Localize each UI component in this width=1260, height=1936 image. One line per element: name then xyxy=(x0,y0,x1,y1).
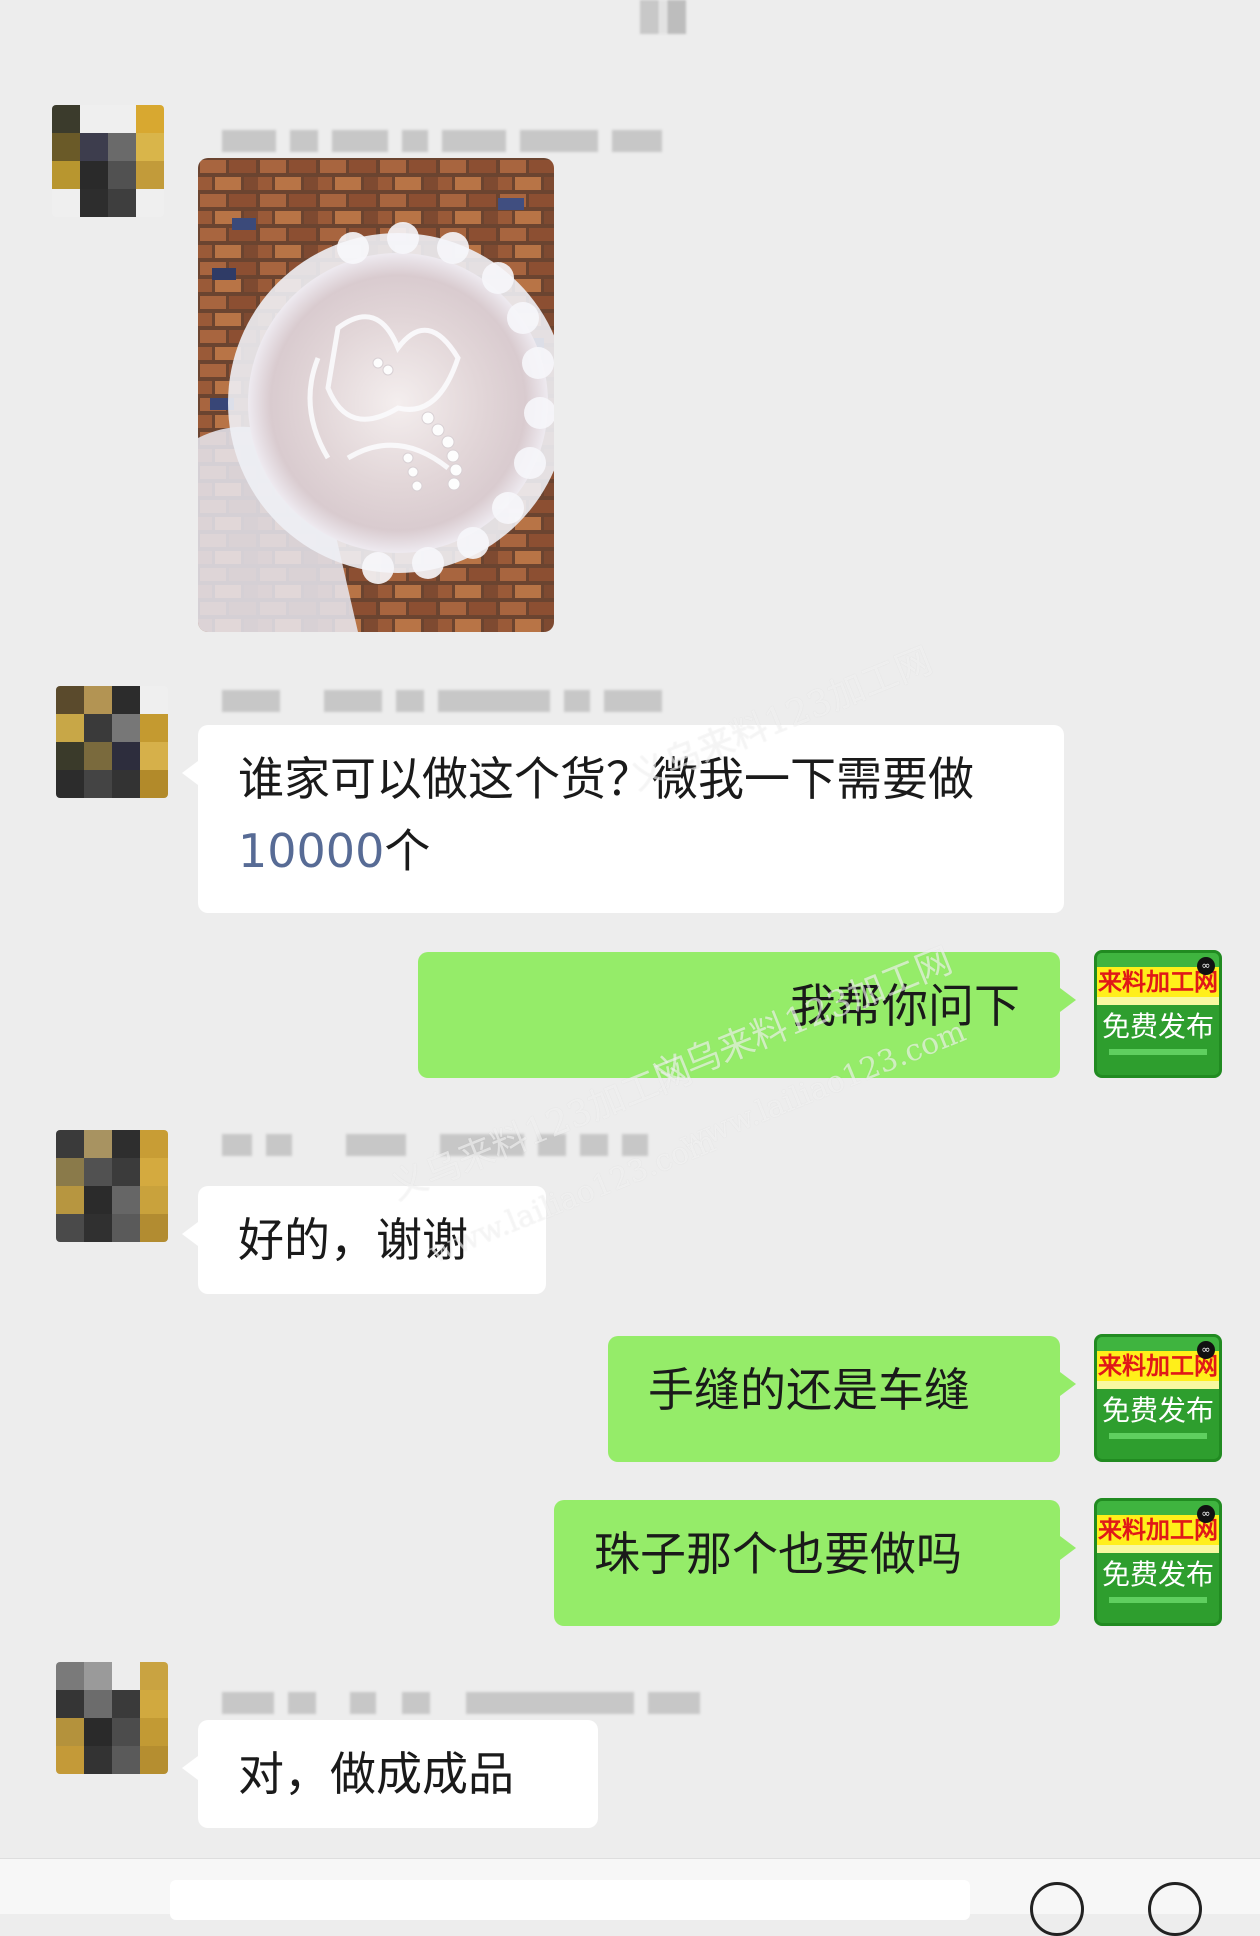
more-button[interactable] xyxy=(1148,1882,1202,1936)
message-text: 珠子那个也要做吗 xyxy=(594,1527,962,1581)
header-blur xyxy=(640,0,686,34)
avatar-cta-text: 免费发布 xyxy=(1101,1558,1214,1591)
message-text: 手缝的还是车缝 xyxy=(648,1363,970,1417)
avatar-cta-text: 免费发布 xyxy=(1101,1394,1214,1427)
message-bubble[interactable]: 对，做成成品 xyxy=(182,1720,598,1828)
avatar[interactable] xyxy=(56,1130,168,1242)
message-bubble[interactable]: 谁家可以做这个货？微我一下需要做 10000个 xyxy=(182,725,1064,913)
avatar[interactable] xyxy=(56,1662,168,1774)
avatar[interactable] xyxy=(52,105,164,217)
image-message[interactable] xyxy=(198,158,554,632)
message-bubble[interactable]: 好的，谢谢 xyxy=(182,1186,546,1294)
avatar-cta-text: 免费发布 xyxy=(1101,1010,1214,1043)
message-text: 谁家可以做这个货？微我一下需要做 xyxy=(238,752,974,806)
avatar[interactable] xyxy=(56,686,168,798)
message-bubble-self[interactable]: 珠子那个也要做吗 xyxy=(554,1500,1076,1626)
message-input[interactable] xyxy=(170,1880,970,1920)
message-bubble-self[interactable]: 我帮你问下 xyxy=(418,952,1076,1078)
self-avatar[interactable]: 来料加工网 免费发布 ∞ xyxy=(1094,1334,1222,1462)
lace-headpiece-photo xyxy=(198,158,554,632)
infinity-icon: ∞ xyxy=(1197,957,1215,975)
emoji-button[interactable] xyxy=(1030,1882,1084,1936)
sender-name-blurred xyxy=(222,1690,700,1716)
message-text: 个 xyxy=(384,824,431,878)
message-text: 好的，谢谢 xyxy=(238,1213,468,1267)
infinity-icon: ∞ xyxy=(1197,1505,1215,1523)
self-avatar[interactable]: 来料加工网 免费发布 ∞ xyxy=(1094,1498,1222,1626)
message-text: 对，做成成品 xyxy=(238,1747,514,1801)
infinity-icon: ∞ xyxy=(1197,1341,1215,1359)
message-number-link[interactable]: 10000 xyxy=(238,824,384,878)
self-avatar[interactable]: 来料加工网 免费发布 ∞ xyxy=(1094,950,1222,1078)
sender-name-blurred xyxy=(222,128,662,154)
sender-name-blurred xyxy=(222,1132,648,1158)
message-bubble-self[interactable]: 手缝的还是车缝 xyxy=(608,1336,1076,1462)
message-text: 我帮你问下 xyxy=(790,979,1020,1033)
sender-name-blurred xyxy=(222,688,662,714)
